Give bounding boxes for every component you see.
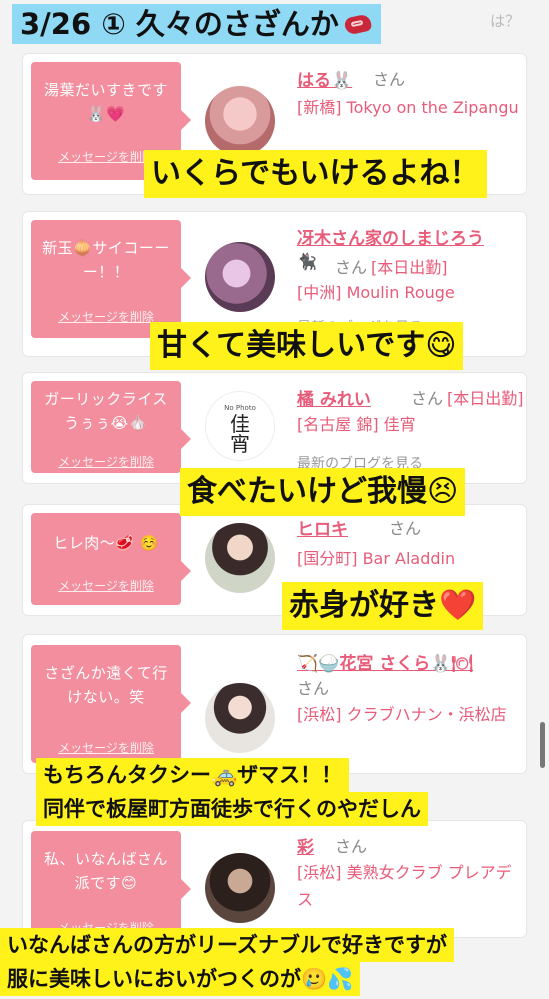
heart-emoji: ❤️ xyxy=(439,588,477,623)
avatar[interactable] xyxy=(205,683,275,753)
san-label: さん xyxy=(335,837,368,856)
message-bubble: さざんか遠くて行けない。笑 メッセージを削除 xyxy=(31,645,191,763)
caption-text: 甘くて美味しいです xyxy=(157,328,426,363)
page-title-text: 3/26 ① 久々のさざんか xyxy=(20,7,339,41)
message-text: ヒレ肉〜🥩 ☺️ xyxy=(53,534,159,552)
san-label: さん xyxy=(389,519,422,538)
caption: もちろんタクシー🚕ザマス！！ xyxy=(36,758,350,792)
cast-name[interactable]: ヒロキ xyxy=(297,515,348,540)
cat-emoji: 🐈‍⬛ xyxy=(297,252,317,271)
shop-name[interactable]: [中洲] Moulin Rouge xyxy=(297,279,522,306)
persevering-emoji: 😣 xyxy=(427,474,459,509)
shop-name[interactable]: [浜松] クラブハナン・浜松店 xyxy=(297,701,522,728)
avatar[interactable] xyxy=(205,523,275,593)
caption-text: 同伴で板屋町方面徒歩で行くのやだしん xyxy=(43,797,421,821)
avatar[interactable] xyxy=(205,242,275,312)
help-link[interactable]: は？ xyxy=(490,10,520,31)
steak-icon xyxy=(343,13,373,36)
delete-message-link[interactable]: メッセージを削除 xyxy=(31,739,181,756)
caption-text: 服に美味しいにおいがつくのが🥲💦 xyxy=(7,967,354,991)
shop-name[interactable]: [国分町] Bar Aladdin xyxy=(297,545,522,572)
message-text: 新玉🧅サイコーーー！！ xyxy=(42,239,170,281)
shop-name[interactable]: [浜松] 美熟女クラブ プレアデス xyxy=(297,859,522,913)
caption: 赤身が好き❤️ xyxy=(282,582,484,630)
shop-logo: 佳宵 xyxy=(230,412,250,456)
cast-name[interactable]: 彩 xyxy=(297,833,314,858)
caption-text: いなんばさんの方がリーズナブルで好きですが xyxy=(7,933,447,957)
cast-name[interactable]: 橘 みれい xyxy=(297,385,371,410)
message-card: さざんか遠くて行けない。笑 メッセージを削除 🏹🍚花宮 さくら🐰🍽 さん [浜松… xyxy=(22,634,527,774)
page-title: 3/26 ① 久々のさざんか xyxy=(12,4,381,44)
delete-message-link[interactable]: メッセージを削除 xyxy=(31,577,181,594)
message-bubble: 私、いなんばさん派です😊 メッセージを削除 xyxy=(31,831,191,935)
avatar[interactable] xyxy=(205,86,275,156)
delete-message-link[interactable]: メッセージを削除 xyxy=(31,453,181,470)
shop-name[interactable]: [名古屋 錦] 佳宵 xyxy=(297,411,522,438)
scrollbar[interactable] xyxy=(540,722,545,768)
shop-name[interactable]: [新橋] Tokyo on the Zipangu xyxy=(297,94,522,121)
caption: いなんばさんの方がリーズナブルで好きですが xyxy=(0,928,454,962)
status-badge: [本日出勤] xyxy=(447,389,524,408)
cast-name[interactable]: 冴木さん家のしまじろう xyxy=(297,224,484,249)
cast-name[interactable]: はる🐰 xyxy=(297,66,352,91)
caption: 服に美味しいにおいがつくのが🥲💦 xyxy=(0,962,361,996)
caption: 食べたいけど我慢😣 xyxy=(180,468,466,516)
caption: 甘くて美味しいです😋 xyxy=(150,322,464,370)
message-text: 私、いなんばさん派です😊 xyxy=(43,850,168,892)
san-label: さん xyxy=(373,70,406,89)
message-text: 湯葉だいすきです🐰💗 xyxy=(43,81,168,123)
message-text: ガーリックライス うぅぅ😭🧄 xyxy=(44,390,168,432)
message-bubble: ガーリックライス うぅぅ😭🧄 メッセージを削除 xyxy=(31,381,191,473)
status-badge: [本日出勤] xyxy=(371,258,448,277)
message-text: さざんか遠くて行けない。笑 xyxy=(44,664,168,706)
caption-text: もちろんタクシー🚕ザマス！！ xyxy=(43,763,343,787)
message-bubble: 新玉🧅サイコーーー！！ メッセージを削除 xyxy=(31,220,191,338)
no-photo-text: No Photo xyxy=(224,404,256,412)
caption-text: いくらでもいけるよね！ xyxy=(151,156,480,191)
yum-emoji: 😋 xyxy=(425,328,457,363)
san-label: さん xyxy=(297,679,330,698)
message-bubble: ヒレ肉〜🥩 ☺️ メッセージを削除 xyxy=(31,513,191,605)
caption: 同伴で板屋町方面徒歩で行くのやだしん xyxy=(36,792,428,826)
caption-text: 食べたいけど我慢 xyxy=(187,474,427,509)
avatar[interactable]: No Photo 佳宵 xyxy=(205,391,275,461)
caption: いくらでもいけるよね！ xyxy=(144,150,487,198)
message-card: 私、いなんばさん派です😊 メッセージを削除 彩 さん [浜松] 美熟女クラブ プ… xyxy=(22,820,527,938)
caption-text: 赤身が好き xyxy=(289,588,439,623)
avatar[interactable] xyxy=(205,853,275,923)
san-label: さん xyxy=(335,258,368,277)
san-label: さん xyxy=(411,389,444,408)
cast-name[interactable]: 🏹🍚花宮 さくら🐰🍽 xyxy=(297,649,473,674)
